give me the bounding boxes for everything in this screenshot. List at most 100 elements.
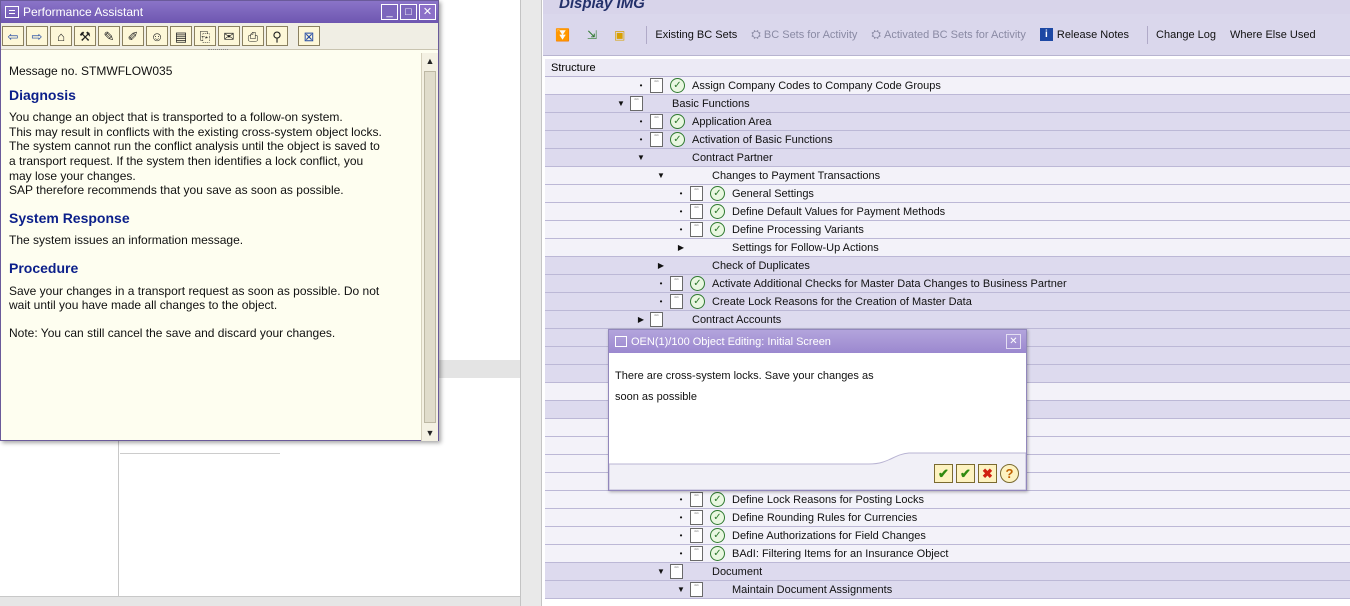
bc-sets-activity-button[interactable]: ⛭ BC Sets for Activity bbox=[751, 27, 857, 42]
documentation-icon[interactable]: ▫▫ bbox=[690, 222, 703, 237]
documentation-icon[interactable]: ▫▫ bbox=[690, 204, 703, 219]
where-else-used-button[interactable]: Where Else Used bbox=[1230, 29, 1316, 41]
documentation-icon[interactable]: ▫▫ bbox=[670, 276, 683, 291]
tree-row[interactable]: ▶ Check of Duplicates bbox=[545, 257, 1350, 275]
expand-node-icon[interactable]: ▶ bbox=[636, 311, 646, 329]
execute-activity-icon[interactable]: ✓ bbox=[710, 222, 725, 237]
confirm-button[interactable]: ✔ bbox=[934, 464, 953, 483]
export-button[interactable]: ⇲ bbox=[587, 28, 600, 42]
cancel-button[interactable]: ✖ bbox=[978, 464, 997, 483]
home-icon[interactable]: ⌂ bbox=[50, 26, 72, 46]
collapse-node-icon[interactable]: ▼ bbox=[676, 581, 686, 599]
tree-row[interactable]: ▼ ▫▫ Basic Functions bbox=[545, 95, 1350, 113]
note-icon[interactable]: ✉ bbox=[218, 26, 240, 46]
execute-activity-icon[interactable]: ✓ bbox=[710, 510, 725, 525]
close-help-icon[interactable]: ⊠ bbox=[298, 26, 320, 46]
execute-activity-icon[interactable]: ✓ bbox=[670, 132, 685, 147]
link-icon[interactable]: ⎘ bbox=[194, 26, 216, 46]
existing-bc-sets-button[interactable]: Existing BC Sets bbox=[655, 29, 737, 41]
execute-activity-icon[interactable]: ✓ bbox=[670, 114, 685, 129]
scroll-down-arrow[interactable]: ▼ bbox=[422, 425, 438, 441]
scroll-thumb[interactable] bbox=[424, 71, 436, 423]
collapse-node-icon[interactable]: ▼ bbox=[636, 149, 646, 167]
documentation-icon[interactable]: ▫▫ bbox=[690, 186, 703, 201]
tree-row-label: Maintain Document Assignments bbox=[732, 584, 893, 596]
confirm-all-button[interactable]: ✔ bbox=[956, 464, 975, 483]
tree-row[interactable]: • ▫▫ ✓ Define Rounding Rules for Currencies bbox=[545, 509, 1350, 527]
change-log-button[interactable]: Change Log bbox=[1156, 29, 1216, 41]
tree-row[interactable]: ▼ Changes to Payment Transactions bbox=[545, 167, 1350, 185]
back-icon[interactable]: ⇦ bbox=[2, 26, 24, 46]
diagnosis-line: This may result in conflicts with the ex… bbox=[9, 124, 382, 139]
tree-row[interactable]: ▼ Contract Partner bbox=[545, 149, 1350, 167]
person-icon[interactable]: ☺ bbox=[146, 26, 168, 46]
documentation-icon[interactable]: ▫▫ bbox=[670, 294, 683, 309]
tree-row[interactable]: • ▫▫ ✓ Define Default Values for Payment Me… bbox=[545, 203, 1350, 221]
execute-activity-icon[interactable]: ✓ bbox=[690, 294, 705, 309]
collapse-node-icon[interactable]: ▼ bbox=[616, 95, 626, 113]
tree-row[interactable]: ▶ ▫▫ Contract Accounts bbox=[545, 311, 1350, 329]
execute-activity-icon[interactable]: ✓ bbox=[670, 78, 685, 93]
tree-row[interactable]: ▼ ▫▫ Document bbox=[545, 563, 1350, 581]
tree-row[interactable]: • ▫▫ ✓ Define Authorizations for Field Chan… bbox=[545, 527, 1350, 545]
documentation-icon[interactable]: ▫▫ bbox=[690, 510, 703, 525]
tree-row[interactable]: • ▫▫ ✓ Application Area bbox=[545, 113, 1350, 131]
minimize-button[interactable]: _ bbox=[381, 4, 398, 20]
book-icon[interactable]: ▤ bbox=[170, 26, 192, 46]
expand-node-icon[interactable]: ▶ bbox=[656, 257, 666, 275]
tree-row[interactable]: • ▫▫ ✓ Define Lock Reasons for Posting Lock… bbox=[545, 491, 1350, 509]
dialog-close-button[interactable]: ✕ bbox=[1006, 334, 1021, 349]
technical-info-icon[interactable]: ⚒ bbox=[74, 26, 96, 46]
documentation-icon[interactable]: ▫▫ bbox=[690, 492, 703, 507]
dialog-message-line: There are cross-system locks. Save your … bbox=[615, 370, 874, 382]
activated-bc-sets-button[interactable]: ⛭ Activated BC Sets for Activity bbox=[871, 27, 1025, 42]
find-icon[interactable]: ⚲ bbox=[266, 26, 288, 46]
execute-activity-icon[interactable]: ✓ bbox=[710, 204, 725, 219]
documentation-icon[interactable]: ▫▫ bbox=[690, 546, 703, 561]
edit-icon[interactable]: ✎ bbox=[98, 26, 120, 46]
forward-icon[interactable]: ⇨ bbox=[26, 26, 48, 46]
tree-row[interactable]: • ▫▫ ✓ General Settings bbox=[545, 185, 1350, 203]
folder-button[interactable]: ▣ bbox=[614, 28, 628, 42]
structure-header: Structure bbox=[545, 59, 1350, 77]
left-scrollbar[interactable] bbox=[0, 596, 520, 606]
release-notes-button[interactable]: i Release Notes bbox=[1039, 28, 1129, 41]
execute-activity-icon[interactable]: ✓ bbox=[710, 546, 725, 561]
help-icon[interactable]: ? bbox=[1000, 464, 1019, 483]
documentation-icon[interactable]: ▫▫ bbox=[650, 114, 663, 129]
highlight-icon[interactable]: ✐ bbox=[122, 26, 144, 46]
pa-scrollbar[interactable]: ▲ ▼ bbox=[421, 53, 438, 441]
documentation-icon[interactable]: ▫▫ bbox=[690, 582, 703, 597]
pane-splitter[interactable] bbox=[520, 0, 542, 606]
scroll-up-arrow[interactable]: ▲ bbox=[422, 53, 438, 69]
maximize-button[interactable]: □ bbox=[400, 4, 417, 20]
collapse-node-icon[interactable]: ▼ bbox=[656, 167, 666, 185]
print-icon[interactable]: ⎙ bbox=[242, 26, 264, 46]
execute-activity-icon[interactable]: ✓ bbox=[710, 528, 725, 543]
tree-row[interactable]: • ▫▫ ✓ Activation of Basic Functions bbox=[545, 131, 1350, 149]
tree-row[interactable]: • ▫▫ ✓ BAdI: Filtering Items for an Insuran… bbox=[545, 545, 1350, 563]
tree-row[interactable]: • ▫▫ ✓ Assign Company Codes to Company Code… bbox=[545, 77, 1350, 95]
expand-node-icon[interactable]: ▶ bbox=[676, 239, 686, 257]
execute-activity-icon[interactable]: ✓ bbox=[690, 276, 705, 291]
execute-activity-icon[interactable]: ✓ bbox=[710, 492, 725, 507]
documentation-icon[interactable]: ▫▫ bbox=[670, 564, 683, 579]
tree-row[interactable]: ▶ Settings for Follow-Up Actions bbox=[545, 239, 1350, 257]
documentation-icon[interactable]: ▫▫ bbox=[650, 132, 663, 147]
tree-row[interactable]: • ▫▫ ✓ Define Processing Variants bbox=[545, 221, 1350, 239]
tree-row-label: Activation of Basic Functions bbox=[692, 134, 833, 146]
close-button[interactable]: ✕ bbox=[419, 4, 436, 20]
pa-title-bar[interactable]: Performance Assistant _ □ ✕ bbox=[1, 1, 438, 23]
expand-all-button[interactable]: ⏬ bbox=[555, 28, 573, 42]
documentation-icon[interactable]: ▫▫ bbox=[630, 96, 643, 111]
tree-row[interactable]: ▼ ▫▫ Maintain Document Assignments bbox=[545, 581, 1350, 599]
documentation-icon[interactable]: ▫▫ bbox=[690, 528, 703, 543]
documentation-icon[interactable]: ▫▫ bbox=[650, 78, 663, 93]
documentation-icon[interactable]: ▫▫ bbox=[650, 312, 663, 327]
execute-activity-icon[interactable]: ✓ bbox=[710, 186, 725, 201]
dialog-title-bar[interactable]: OEN(1)/100 Object Editing: Initial Scree… bbox=[609, 330, 1026, 353]
diagnosis-text: You change an object that is transported… bbox=[9, 110, 413, 198]
tree-row[interactable]: • ▫▫ ✓ Create Lock Reasons for the Creation… bbox=[545, 293, 1350, 311]
collapse-node-icon[interactable]: ▼ bbox=[656, 563, 666, 581]
tree-row[interactable]: • ▫▫ ✓ Activate Additional Checks for Maste… bbox=[545, 275, 1350, 293]
